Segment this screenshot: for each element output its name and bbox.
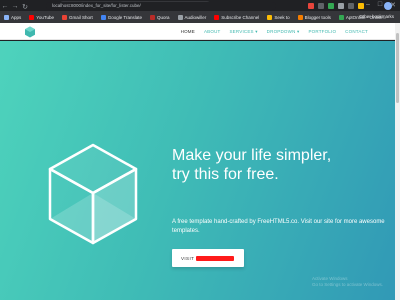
visit-button-label: VISIT (181, 255, 195, 261)
bookmark-gmail[interactable]: Gmail Short (61, 14, 93, 20)
hero-section: Make your life simpler, try this for fre… (0, 41, 395, 300)
youtube-icon (29, 14, 35, 20)
translate-icon (100, 14, 106, 20)
site-navbar: HOME ABOUT SERVICES ▾ DROPDOWN ▾ PORTFOL… (0, 23, 400, 40)
bookmark-label: Seek to (274, 14, 290, 20)
web-page: HOME ABOUT SERVICES ▾ DROPDOWN ▾ PORTFOL… (0, 23, 400, 300)
other-bookmarks[interactable]: Other bookmarks (359, 14, 394, 19)
watermark-line2: Go to Settings to activate Windows. (312, 282, 384, 287)
hero-headline: Make your life simpler, try this for fre… (172, 146, 331, 184)
extension-icon[interactable] (318, 3, 324, 9)
nav-dropdown[interactable]: DROPDOWN ▾ (267, 29, 300, 35)
hero-description: A free template hand-crafted by FreeHTML… (172, 219, 385, 234)
extension-icon[interactable] (328, 3, 334, 9)
bookmark-seek[interactable]: Seek to (267, 14, 290, 20)
bookmark-youtube[interactable]: YouTube (29, 14, 54, 20)
nav-menu: HOME ABOUT SERVICES ▾ DROPDOWN ▾ PORTFOL… (181, 23, 368, 40)
nav-about[interactable]: ABOUT (204, 29, 221, 34)
forward-icon[interactable]: → (10, 3, 20, 10)
bookmarks-bar: Apps YouTube Gmail Short Google Translat… (0, 11, 400, 23)
scrollbar[interactable] (395, 23, 400, 300)
bookmark-label: YouTube (36, 14, 54, 20)
nav-services[interactable]: SERVICES ▾ (229, 29, 257, 35)
reload-icon[interactable]: ↻ (20, 3, 30, 11)
extension-icon[interactable] (308, 3, 314, 9)
extension-icons (308, 3, 364, 9)
extension-icon[interactable] (358, 3, 364, 9)
redaction-bar (196, 255, 235, 261)
nav-portfolio[interactable]: PORTFOLIO (308, 29, 336, 34)
gmail-icon (61, 14, 67, 20)
bookmark-translate[interactable]: Google Translate (100, 14, 142, 20)
bookmark-label: Blogger tools (304, 14, 331, 20)
nav-home[interactable]: HOME (181, 29, 195, 34)
extension-icon[interactable] (348, 3, 354, 9)
scrollbar-thumb[interactable] (396, 33, 399, 103)
bookmark-blogger[interactable]: Blogger tools (297, 14, 331, 20)
bookmark-label: Audiowiller (184, 14, 207, 20)
bookmark-quora[interactable]: Quora (150, 14, 170, 20)
address-bar[interactable]: localhost:8000/index_for_site/for_lister… (46, 2, 276, 10)
headline-line1: Make your life simpler, (172, 147, 332, 164)
profile-avatar[interactable] (384, 2, 392, 10)
bookmark-apps[interactable]: Apps (4, 14, 22, 20)
bookmark-audio[interactable]: Audiowiller (177, 14, 207, 20)
blogger-icon (297, 14, 303, 20)
headline-line2: try this for free. (172, 166, 279, 183)
bookmark-label: Quora (157, 14, 170, 20)
back-icon[interactable]: ← (0, 3, 10, 10)
bookmark-label: Gmail Short (68, 14, 93, 20)
bookmark-label: Google Translate (107, 14, 142, 20)
bookmark-subscribe[interactable]: Subscribe Channel (214, 14, 260, 20)
visit-button[interactable]: VISIT (172, 249, 244, 267)
youtube-icon (214, 14, 220, 20)
audio-icon (177, 14, 183, 20)
quora-icon (150, 14, 155, 20)
bookmark-label: Subscribe Channel (221, 14, 260, 20)
activation-watermark: Activate Windows Go to Settings to activ… (312, 276, 383, 288)
apps-icon (4, 14, 9, 20)
bookmark-icon (267, 14, 273, 20)
extension-icon[interactable] (338, 3, 344, 9)
bookmark-label: Apps (11, 14, 22, 20)
cube-illustration-icon (48, 143, 138, 245)
nav-contact[interactable]: CONTACT (345, 29, 368, 34)
cube-logo-icon[interactable] (24, 26, 36, 38)
bookmark-icon (338, 14, 344, 20)
